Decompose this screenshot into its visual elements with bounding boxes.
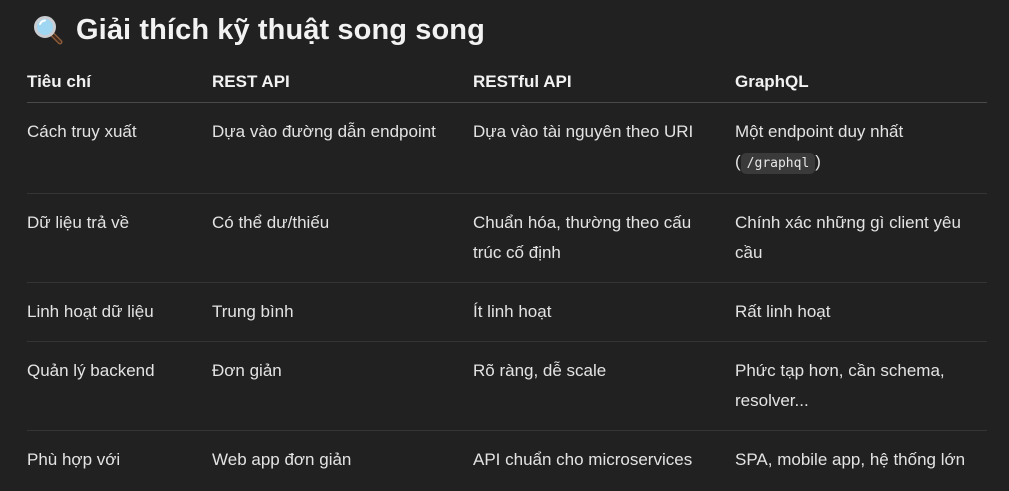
table-row: Linh hoạt dữ liệu Trung bình Ít linh hoạ… bbox=[27, 282, 987, 342]
table-row: Phù hợp với Web app đơn giản API chuẩn c… bbox=[27, 431, 987, 490]
cell-restful-api: API chuẩn cho microservices bbox=[473, 450, 693, 469]
section-title: Giải thích kỹ thuật song song bbox=[76, 13, 485, 46]
page: Giải thích kỹ thuật song song Tiêu chí R… bbox=[0, 0, 1009, 491]
cell-graphql-text-end: ) bbox=[815, 152, 821, 171]
column-header-graphql: GraphQL bbox=[735, 62, 987, 103]
comparison-table: Tiêu chí REST API RESTful API GraphQL Cá… bbox=[27, 62, 987, 489]
cell-graphql: Rất linh hoạt bbox=[735, 282, 987, 342]
cell-rest-api: Đơn giản bbox=[212, 341, 473, 431]
cell-graphql: Một endpoint duy nhất (/graphql) bbox=[735, 102, 987, 194]
inline-code: /graphql bbox=[740, 153, 816, 174]
cell-graphql: Chính xác những gì client yêu cầu bbox=[735, 193, 987, 283]
cell-criterion: Linh hoạt dữ liệu bbox=[27, 282, 212, 342]
cell-criterion: Quản lý backend bbox=[27, 341, 212, 431]
cell-restful-api: Ít linh hoạt bbox=[473, 282, 735, 342]
column-header-rest-api: REST API bbox=[212, 62, 473, 103]
cell-criterion: Dữ liệu trả về bbox=[27, 193, 212, 283]
column-header-criterion: Tiêu chí bbox=[27, 62, 212, 103]
cell-rest-api: Web app đơn giản bbox=[212, 450, 352, 469]
section-heading: Giải thích kỹ thuật song song bbox=[32, 8, 485, 52]
cell-rest-api: Dựa vào đường dẫn endpoint bbox=[212, 102, 473, 194]
table-row: Quản lý backend Đơn giản Rõ ràng, dễ sca… bbox=[27, 341, 987, 431]
cell-restful-api: Rõ ràng, dễ scale bbox=[473, 341, 735, 431]
table-header-row: Tiêu chí REST API RESTful API GraphQL bbox=[27, 62, 987, 103]
cell-criterion: Phù hợp với bbox=[27, 450, 121, 469]
cell-criterion: Cách truy xuất bbox=[27, 102, 212, 194]
cell-graphql: Phức tạp hơn, cần schema, resolver... bbox=[735, 341, 987, 431]
magnifying-glass-icon bbox=[32, 14, 64, 46]
cell-restful-api: Dựa vào tài nguyên theo URI bbox=[473, 102, 735, 194]
cell-restful-api: Chuẩn hóa, thường theo cấu trúc cố định bbox=[473, 193, 735, 283]
table-row: Dữ liệu trả về Có thể dư/thiếu Chuẩn hóa… bbox=[27, 193, 987, 283]
cell-rest-api: Có thể dư/thiếu bbox=[212, 193, 473, 283]
cell-rest-api: Trung bình bbox=[212, 282, 473, 342]
table-row: Cách truy xuất Dựa vào đường dẫn endpoin… bbox=[27, 102, 987, 194]
column-header-restful-api: RESTful API bbox=[473, 62, 735, 103]
cell-graphql: SPA, mobile app, hệ thống lớn bbox=[735, 450, 966, 469]
